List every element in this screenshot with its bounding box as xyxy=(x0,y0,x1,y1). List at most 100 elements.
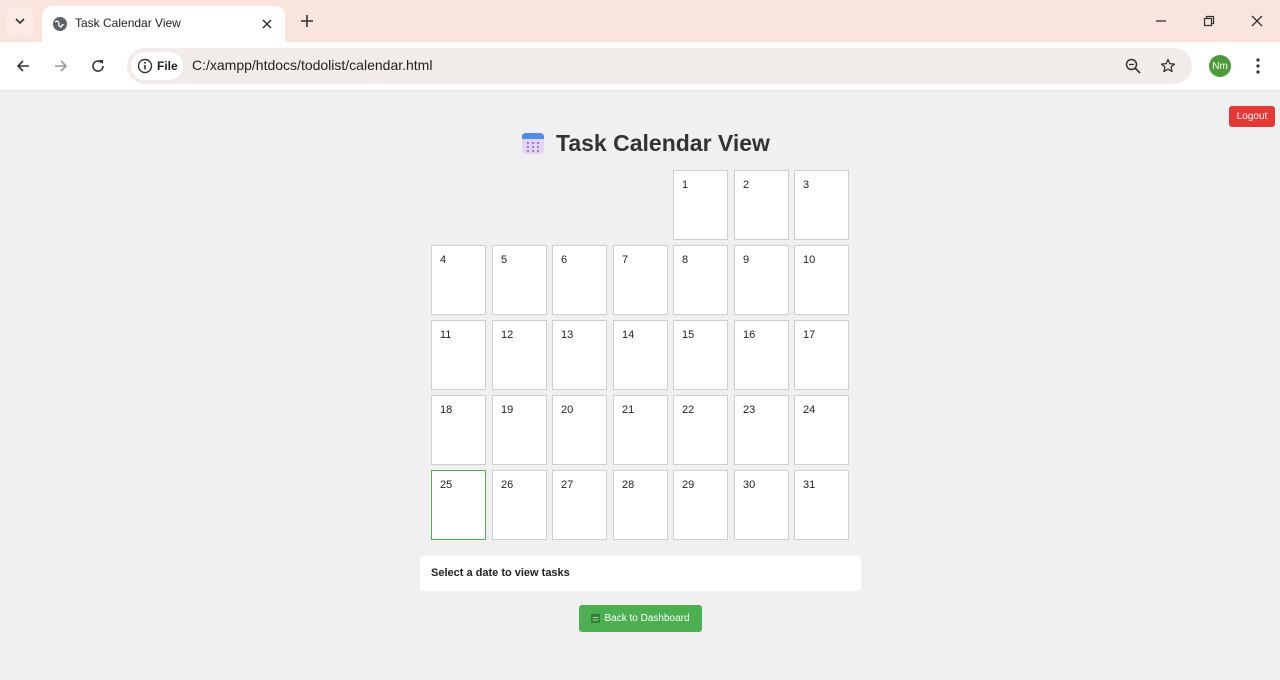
calendar-day-number: 2 xyxy=(743,179,750,191)
calendar-day-13[interactable]: 13 xyxy=(552,320,607,390)
calendar-day-11[interactable]: 11 xyxy=(431,320,486,390)
calendar-day-3[interactable]: 3 xyxy=(794,170,849,240)
calendar-day-number: 31 xyxy=(803,479,816,491)
calendar-day-number: 20 xyxy=(561,404,574,416)
calendar-day-6[interactable]: 6 xyxy=(552,245,607,315)
calendar-day-number: 21 xyxy=(622,404,635,416)
calendar-day-25[interactable]: 25 xyxy=(431,470,486,540)
tab-title: Task Calendar View xyxy=(75,16,181,30)
page-title: Task Calendar View xyxy=(556,129,770,156)
restore-button[interactable] xyxy=(1195,8,1223,34)
calendar-day-number: 26 xyxy=(501,479,514,491)
calendar-day-number: 18 xyxy=(440,404,453,416)
calendar-day-number: 12 xyxy=(501,329,514,341)
address-bar[interactable]: File C:/xampp/htdocs/todolist/calendar.h… xyxy=(127,48,1192,84)
zoom-out-icon xyxy=(1125,58,1141,74)
plus-icon xyxy=(301,15,313,27)
back-to-dashboard-button[interactable]: Back to Dashboard xyxy=(579,605,702,632)
bookmark-button[interactable] xyxy=(1158,56,1178,76)
logout-button[interactable]: Logout xyxy=(1229,106,1275,127)
calendar-day-number: 24 xyxy=(803,404,816,416)
calendar-day-9[interactable]: 9 xyxy=(734,245,789,315)
calendar-day-number: 7 xyxy=(622,254,629,266)
calendar-day-5[interactable]: 5 xyxy=(492,245,547,315)
tab-search-button[interactable] xyxy=(6,7,34,35)
browser-menu-button[interactable] xyxy=(1248,54,1268,78)
calendar-day-number: 11 xyxy=(440,329,452,341)
browser-toolbar: File C:/xampp/htdocs/todolist/calendar.h… xyxy=(0,42,1280,91)
calendar-day-number: 9 xyxy=(743,254,750,266)
calendar-day-number: 25 xyxy=(440,479,453,491)
calendar-day-21[interactable]: 21 xyxy=(613,395,668,465)
reload-button[interactable] xyxy=(86,54,110,78)
globe-icon xyxy=(53,17,67,31)
restore-icon xyxy=(1203,15,1215,27)
calendar-day-8[interactable]: 8 xyxy=(673,245,728,315)
dashboard-icon xyxy=(591,614,601,623)
task-info-panel: Select a date to view tasks xyxy=(420,556,861,591)
calendar-day-18[interactable]: 18 xyxy=(431,395,486,465)
browser-tab-strip: Task Calendar View xyxy=(0,0,1280,42)
tab-close-button[interactable] xyxy=(257,14,277,34)
profile-avatar[interactable]: Nm xyxy=(1209,55,1231,77)
arrow-right-icon xyxy=(55,60,68,72)
calendar-day-7[interactable]: 7 xyxy=(613,245,668,315)
calendar-day-23[interactable]: 23 xyxy=(734,395,789,465)
active-tab[interactable]: Task Calendar View xyxy=(42,6,285,42)
calendar-day-30[interactable]: 30 xyxy=(734,470,789,540)
calendar-day-14[interactable]: 14 xyxy=(613,320,668,390)
calendar-day-number: 8 xyxy=(682,254,689,266)
calendar-day-16[interactable]: 16 xyxy=(734,320,789,390)
calendar-day-2[interactable]: 2 xyxy=(734,170,789,240)
calendar-day-number: 27 xyxy=(561,479,574,491)
forward-button[interactable] xyxy=(49,54,73,78)
calendar-day-12[interactable]: 12 xyxy=(492,320,547,390)
calendar-day-number: 6 xyxy=(561,254,568,266)
arrow-left-icon xyxy=(16,60,29,72)
site-chip-label: File xyxy=(157,59,178,73)
calendar-day-number: 5 xyxy=(501,254,508,266)
page-heading: Task Calendar View xyxy=(521,128,770,158)
calendar-day-number: 17 xyxy=(803,329,816,341)
calendar-day-15[interactable]: 15 xyxy=(673,320,728,390)
calendar-day-10[interactable]: 10 xyxy=(794,245,849,315)
close-icon xyxy=(262,19,272,29)
url-text[interactable]: C:/xampp/htdocs/todolist/calendar.html xyxy=(192,57,432,73)
calendar-day-28[interactable]: 28 xyxy=(613,470,668,540)
new-tab-button[interactable] xyxy=(296,10,318,32)
page-content: Logout Task Calendar View 1 2 3 4 5 6 7 8 9 10 11 1… xyxy=(0,91,1280,680)
minimize-button[interactable] xyxy=(1147,8,1175,34)
calendar-day-number: 13 xyxy=(561,329,574,341)
zoom-button[interactable] xyxy=(1123,56,1143,76)
calendar-day-4[interactable]: 4 xyxy=(431,245,486,315)
back-to-dashboard-label: Back to Dashboard xyxy=(604,613,690,624)
calendar-day-number: 4 xyxy=(440,254,447,266)
calendar-day-26[interactable]: 26 xyxy=(492,470,547,540)
calendar-icon xyxy=(522,133,544,154)
calendar-day-number: 22 xyxy=(682,404,695,416)
close-window-button[interactable] xyxy=(1243,8,1271,34)
calendar-day-number: 28 xyxy=(622,479,635,491)
chevron-down-icon xyxy=(15,18,25,25)
site-info-chip[interactable]: File xyxy=(131,52,183,80)
calendar-day-22[interactable]: 22 xyxy=(673,395,728,465)
reload-icon xyxy=(92,60,104,72)
calendar-day-17[interactable]: 17 xyxy=(794,320,849,390)
calendar-day-24[interactable]: 24 xyxy=(794,395,849,465)
calendar-day-27[interactable]: 27 xyxy=(552,470,607,540)
back-button[interactable] xyxy=(11,54,35,78)
calendar-day-number: 14 xyxy=(622,329,635,341)
calendar-day-1[interactable]: 1 xyxy=(673,170,728,240)
calendar-day-number: 16 xyxy=(743,329,756,341)
task-info-text: Select a date to view tasks xyxy=(431,567,570,579)
calendar-day-31[interactable]: 31 xyxy=(794,470,849,540)
calendar-day-19[interactable]: 19 xyxy=(492,395,547,465)
star-icon xyxy=(1160,58,1176,73)
calendar-day-20[interactable]: 20 xyxy=(552,395,607,465)
calendar-day-number: 30 xyxy=(743,479,756,491)
calendar-day-number: 19 xyxy=(501,404,514,416)
calendar-day-29[interactable]: 29 xyxy=(673,470,728,540)
calendar-day-number: 15 xyxy=(682,329,695,341)
calendar-day-number: 10 xyxy=(803,254,816,266)
calendar-day-number: 29 xyxy=(682,479,695,491)
